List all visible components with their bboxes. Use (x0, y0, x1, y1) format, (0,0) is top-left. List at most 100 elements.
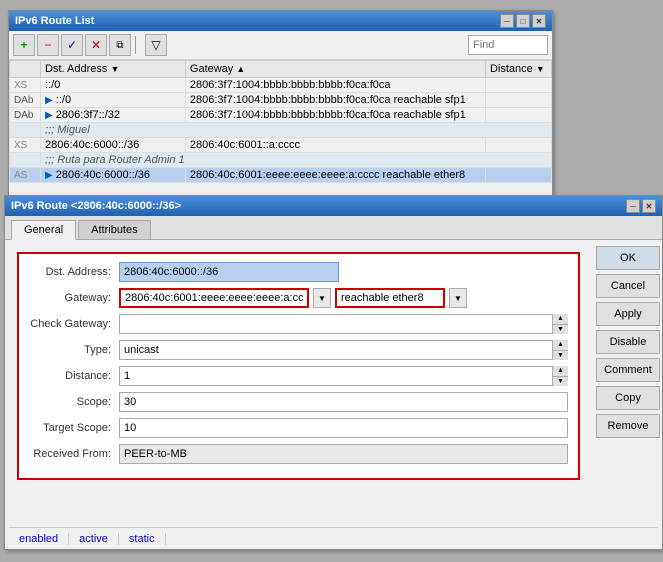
received-from-label: Received From: (29, 448, 119, 460)
route-table-container: Dst. Address ▼ Gateway ▲ Distance ▼ XS :… (9, 60, 552, 205)
table-row-comment: ;;; Miguel (10, 123, 552, 138)
row-comment: ;;; Miguel (41, 123, 552, 138)
col-header-dst[interactable]: Dst. Address ▼ (41, 61, 186, 78)
dst-address-row: Dst. Address: (29, 262, 568, 282)
col-header-dist[interactable]: Distance ▼ (485, 61, 551, 78)
row-dst: ▶ 2806:3f7::/32 (41, 108, 186, 123)
cancel-button[interactable]: Cancel (596, 274, 660, 298)
row-dist (485, 108, 551, 123)
tab-general[interactable]: General (11, 220, 76, 240)
type-scroll-down[interactable]: ▼ (553, 351, 568, 361)
tab-attributes[interactable]: Attributes (78, 220, 150, 239)
detail-minimize-button[interactable]: ─ (626, 199, 640, 213)
table-row[interactable]: XS 2806:40c:6000::/36 2806:40c:6001::a:c… (10, 138, 552, 153)
row-dist (485, 168, 551, 183)
copy-button[interactable]: Copy (596, 386, 660, 410)
table-row-comment: ;;; Ruta para Router Admin 1 (10, 153, 552, 168)
gateway-input[interactable] (119, 288, 309, 308)
cross-button[interactable]: ✕ (85, 34, 107, 56)
toolbar-separator (135, 36, 141, 54)
gateway-dropdown-button[interactable]: ▼ (313, 288, 331, 308)
close-button[interactable]: ✕ (532, 14, 546, 28)
table-row[interactable]: DAb ▶ 2806:3f7::/32 2806:3f7:1004:bbbb:b… (10, 108, 552, 123)
distance-row: Distance: ▲ ▼ (29, 366, 568, 386)
row-comment: ;;; Ruta para Router Admin 1 (41, 153, 552, 168)
distance-scroll-up[interactable]: ▲ (553, 366, 568, 377)
check-gateway-wrapper: ▲ ▼ (119, 314, 568, 334)
route-list-toolbar: + − ✓ ✕ ⧉ ▽ (9, 31, 552, 60)
scope-label: Scope: (29, 396, 119, 408)
row-dist (485, 138, 551, 153)
dst-address-input[interactable] (119, 262, 339, 282)
check-gateway-input[interactable] (119, 314, 568, 334)
row-gw: 2806:40c:6001::a:cccc (185, 138, 485, 153)
check-gateway-scroll: ▲ ▼ (552, 314, 568, 334)
gateway-row: Gateway: ▼ ▼ (29, 288, 568, 308)
distance-label: Distance: (29, 370, 119, 382)
table-row[interactable]: XS ::/0 2806:3f7:1004:bbbb:bbbb:bbbb:f0c… (10, 78, 552, 93)
target-scope-label: Target Scope: (29, 422, 119, 434)
maximize-button[interactable]: □ (516, 14, 530, 28)
status-enabled: enabled (9, 533, 69, 545)
row-flag: DAb (10, 108, 41, 123)
search-input[interactable] (468, 35, 548, 55)
gateway-type-dropdown-button[interactable]: ▼ (449, 288, 467, 308)
right-button-panel: OK Cancel Apply Disable Comment Copy Rem… (592, 240, 662, 551)
row-flag: XS (10, 138, 41, 153)
route-detail-titlebar: IPv6 Route <2806:40c:6000::/36> ─ ✕ (5, 196, 662, 216)
detail-close-button[interactable]: ✕ (642, 199, 656, 213)
scroll-up-button[interactable]: ▲ (553, 314, 568, 325)
scope-row: Scope: (29, 392, 568, 412)
row-gw: 2806:3f7:1004:bbbb:bbbb:bbbb:f0ca:f0ca r… (185, 108, 485, 123)
row-flag (10, 123, 41, 138)
distance-wrapper: ▲ ▼ (119, 366, 568, 386)
route-list-title: IPv6 Route List (15, 15, 94, 27)
target-scope-input[interactable] (119, 418, 568, 438)
row-flag: XS (10, 78, 41, 93)
route-detail-title-buttons: ─ ✕ (626, 199, 656, 213)
status-active: active (69, 533, 119, 545)
dst-address-label: Dst. Address: (29, 266, 119, 278)
route-table: Dst. Address ▼ Gateway ▲ Distance ▼ XS :… (9, 60, 552, 183)
filter-button[interactable]: ▽ (145, 34, 167, 56)
tab-bar: General Attributes (5, 216, 662, 240)
row-dst: ::/0 (41, 78, 186, 93)
check-button[interactable]: ✓ (61, 34, 83, 56)
gateway-label: Gateway: (29, 292, 119, 304)
disable-button[interactable]: Disable (596, 330, 660, 354)
table-row[interactable]: DAb ▶ ::/0 2806:3f7:1004:bbbb:bbbb:bbbb:… (10, 93, 552, 108)
distance-scroll: ▲ ▼ (552, 366, 568, 386)
row-flag: AS (10, 168, 41, 183)
remove-button[interactable]: Remove (596, 414, 660, 438)
type-input[interactable] (119, 340, 568, 360)
row-dst: ▶ ::/0 (41, 93, 186, 108)
remove-toolbar-button[interactable]: − (37, 34, 59, 56)
copy-toolbar-button[interactable]: ⧉ (109, 34, 131, 56)
distance-scroll-down[interactable]: ▼ (553, 377, 568, 387)
apply-button[interactable]: Apply (596, 302, 660, 326)
col-header-flag[interactable] (10, 61, 41, 78)
gateway-type-input[interactable] (335, 288, 445, 308)
table-row-selected[interactable]: AS ▶ 2806:40c:6000::/36 2806:40c:6001:ee… (10, 168, 552, 183)
comment-button[interactable]: Comment (596, 358, 660, 382)
ok-button[interactable]: OK (596, 246, 660, 270)
row-dst: ▶ 2806:40c:6000::/36 (41, 168, 186, 183)
type-scroll: ▲ ▼ (552, 340, 568, 360)
scroll-down-button[interactable]: ▼ (553, 325, 568, 335)
add-button[interactable]: + (13, 34, 35, 56)
row-flag: DAb (10, 93, 41, 108)
type-label: Type: (29, 344, 119, 356)
row-dst: 2806:40c:6000::/36 (41, 138, 186, 153)
type-scroll-up[interactable]: ▲ (553, 340, 568, 351)
minimize-button[interactable]: ─ (500, 14, 514, 28)
route-detail-window: IPv6 Route <2806:40c:6000::/36> ─ ✕ Gene… (4, 195, 663, 550)
col-header-gw[interactable]: Gateway ▲ (185, 61, 485, 78)
received-from-input[interactable] (119, 444, 568, 464)
row-flag (10, 153, 41, 168)
form-area: Dst. Address: Gateway: ▼ ▼ Check Gateway… (17, 252, 580, 480)
route-list-window: IPv6 Route List ─ □ ✕ + − ✓ ✕ ⧉ ▽ Dst. A… (8, 10, 553, 205)
distance-input[interactable] (119, 366, 568, 386)
scope-input[interactable] (119, 392, 568, 412)
row-dist (485, 78, 551, 93)
row-gw: 2806:3f7:1004:bbbb:bbbb:bbbb:f0ca:f0ca r… (185, 93, 485, 108)
